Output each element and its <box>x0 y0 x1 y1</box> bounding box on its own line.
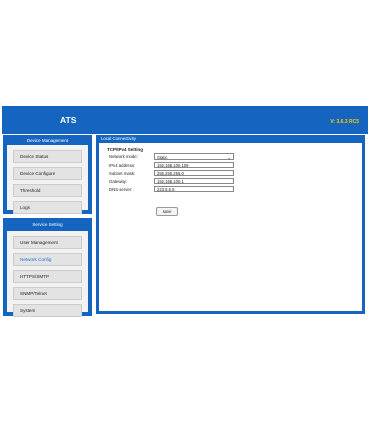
sidebar-item-logs[interactable]: Logs <box>13 201 82 214</box>
tcpipv4-section-title: TCP/IPv4 Setting <box>107 147 144 152</box>
subnet-mask-field[interactable]: 255.255.255.0 <box>154 170 234 176</box>
sidebar-item-user-management[interactable]: User Management <box>13 236 82 249</box>
device-management-title: Device Management <box>26 138 69 143</box>
dns-server-label: DNS server: <box>109 187 133 192</box>
dns-server-field[interactable]: 223.5.5.5 <box>154 186 234 192</box>
local-connectivity-title: Local Connectivity <box>101 136 136 141</box>
service-setting-title: Service Setting <box>32 222 63 227</box>
device-management-panel: Device Management Device Status Device C… <box>3 135 92 214</box>
local-connectivity-body: TCP/IPv4 Setting Network mode: Static ⌄ … <box>99 143 362 311</box>
local-connectivity-panel: Local Connectivity TCP/IPv4 Setting Netw… <box>96 135 365 314</box>
ipv4-address-field[interactable]: 192.168.100.109 <box>154 162 234 168</box>
device-management-body: Device Status Device Configure Threshold… <box>7 145 88 214</box>
version-label: V: 3.6.3 RC5 <box>330 119 359 125</box>
chevron-down-icon: ⌄ <box>227 155 231 160</box>
app-header: ATS V: 3.6.3 RC5 <box>2 106 368 134</box>
network-mode-select[interactable]: Static ⌄ <box>154 153 234 160</box>
sidebar-item-system[interactable]: System <box>13 304 82 317</box>
ipv4-address-label: IPv4 address: <box>109 163 136 168</box>
gateway-label: Gateway: <box>109 179 128 184</box>
network-mode-value: Static <box>157 155 168 160</box>
subnet-mask-label: Subnet mask: <box>109 171 136 176</box>
sidebar-item-network-config[interactable]: Network Config <box>13 253 82 266</box>
sidebar-item-snmp-telnet[interactable]: SNMP/Telnet <box>13 287 82 300</box>
service-setting-body: User Management Network Config HTTPS/SMT… <box>7 231 88 317</box>
sidebar-item-device-status[interactable]: Device Status <box>13 150 82 163</box>
save-button[interactable]: save <box>156 207 178 216</box>
service-setting-panel: Service Setting User Management Network … <box>3 218 92 317</box>
gateway-field[interactable]: 192.168.100.1 <box>154 178 234 184</box>
network-mode-label: Network mode: <box>109 154 138 159</box>
sidebar-item-https-smtp[interactable]: HTTPS/SMTP <box>13 270 82 283</box>
sidebar-item-device-configure[interactable]: Device Configure <box>13 167 82 180</box>
app-title: ATS <box>60 115 77 125</box>
sidebar-item-threshold[interactable]: Threshold <box>13 184 82 197</box>
